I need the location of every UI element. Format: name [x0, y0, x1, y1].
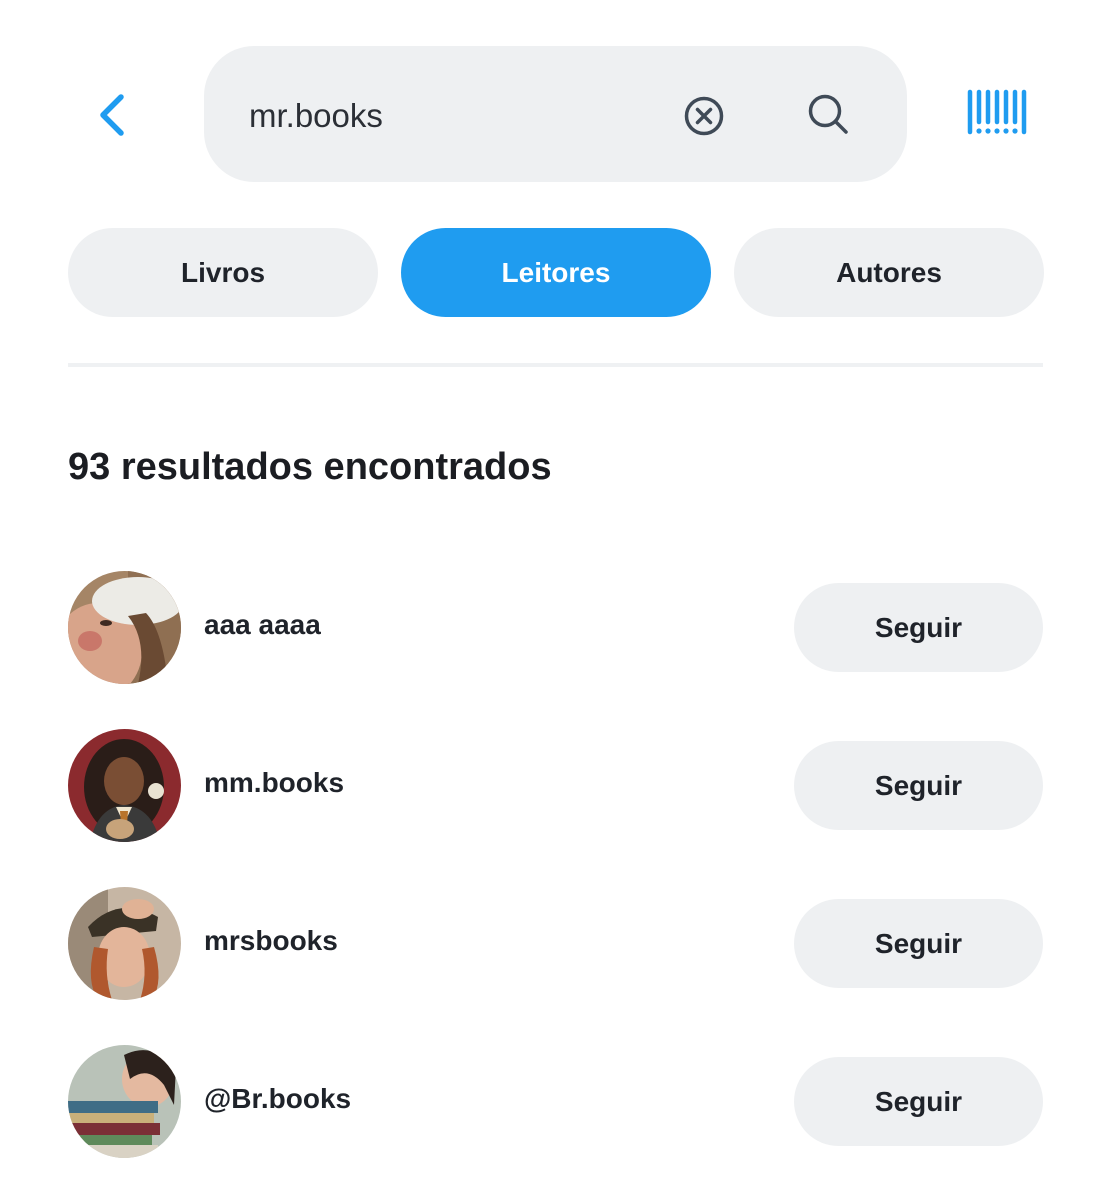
username[interactable]: @Br.books — [204, 1083, 351, 1115]
username[interactable]: mrsbooks — [204, 925, 338, 957]
tab-livros[interactable]: Livros — [68, 228, 378, 317]
follow-button[interactable]: Seguir — [794, 899, 1043, 988]
chevron-left-icon — [100, 94, 124, 136]
clear-search-button[interactable] — [682, 94, 726, 138]
avatar[interactable] — [68, 1045, 181, 1158]
back-button[interactable] — [84, 84, 140, 146]
list-item: aaa aaaa Seguir — [68, 571, 1043, 685]
results-count: 93 resultados encontrados — [68, 446, 552, 488]
list-item: @Br.books Seguir — [68, 1045, 1043, 1159]
close-circle-icon — [684, 96, 724, 136]
avatar[interactable] — [68, 729, 181, 842]
follow-button[interactable]: Seguir — [794, 741, 1043, 830]
tab-leitores[interactable]: Leitores — [401, 228, 711, 317]
search-input[interactable] — [249, 86, 669, 146]
avatar[interactable] — [68, 887, 181, 1000]
list-item: mrsbooks Seguir — [68, 887, 1043, 1001]
divider — [68, 363, 1043, 367]
username[interactable]: aaa aaaa — [204, 609, 321, 641]
search-icon — [808, 94, 848, 134]
follow-button[interactable]: Seguir — [794, 1057, 1043, 1146]
barcode-icon — [967, 89, 1027, 135]
follow-button[interactable]: Seguir — [794, 583, 1043, 672]
username[interactable]: mm.books — [204, 767, 344, 799]
search-bar — [204, 46, 907, 182]
tab-autores[interactable]: Autores — [734, 228, 1044, 317]
barcode-scan-button[interactable] — [964, 88, 1030, 140]
list-item: mm.books Seguir — [68, 729, 1043, 843]
avatar[interactable] — [68, 571, 181, 684]
search-button[interactable] — [806, 92, 852, 138]
